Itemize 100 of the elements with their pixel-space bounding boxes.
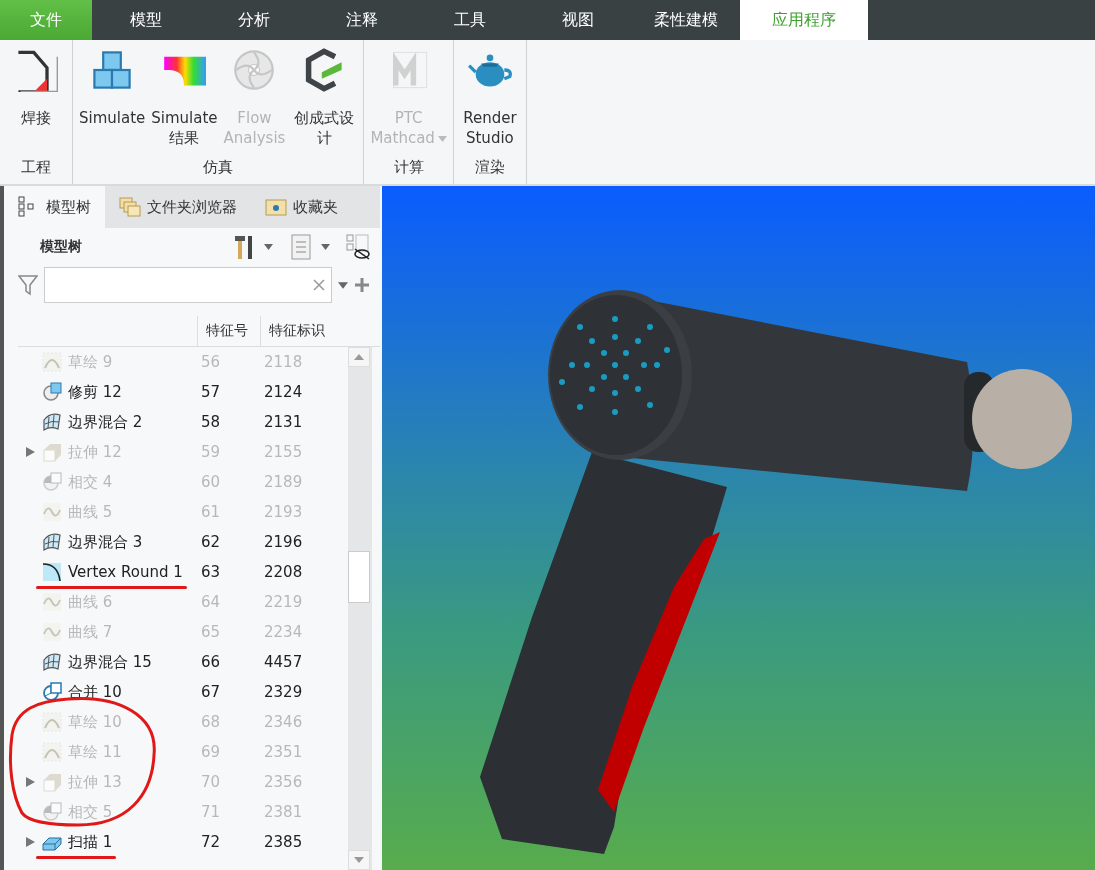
- feature-number: 66: [200, 653, 222, 671]
- feature-id: 2155: [263, 443, 304, 461]
- ribbon-button[interactable]: Simulate 结果: [148, 44, 221, 152]
- column-header[interactable]: 特征号: [197, 316, 260, 346]
- feature-id: 2189: [263, 473, 304, 491]
- intersect-feature-icon: [42, 802, 62, 822]
- folders-icon: [119, 196, 141, 218]
- merge-feature-icon: [42, 682, 62, 702]
- feature-name[interactable]: 边界混合 15: [68, 652, 152, 672]
- ribbon-button[interactable]: 焊接: [3, 44, 69, 152]
- 3d-viewport[interactable]: [382, 186, 1095, 870]
- round-feature-icon: [42, 562, 62, 582]
- feature-number: 65: [200, 623, 222, 641]
- filter-field[interactable]: [44, 267, 332, 303]
- menu-tab[interactable]: 柔性建模: [632, 0, 740, 40]
- down-arrow-icon: [354, 857, 364, 863]
- panel-title: 模型树: [40, 238, 83, 256]
- sketch-feature-icon: [42, 352, 62, 372]
- column-header[interactable]: 特征标识: [260, 316, 348, 346]
- ribbon-button[interactable]: 创成式设计: [288, 44, 361, 152]
- feature-id: 2124: [263, 383, 304, 401]
- feature-id: 2356: [263, 773, 304, 791]
- feature-number: 67: [200, 683, 222, 701]
- menu-tab[interactable]: 视图: [524, 0, 632, 40]
- feature-name[interactable]: 扫描 1: [68, 832, 113, 852]
- caret-icon[interactable]: [338, 281, 348, 289]
- sketch-feature-icon: [42, 712, 62, 732]
- panel-tab[interactable]: 模型树: [4, 186, 105, 228]
- curve-feature-icon: [42, 622, 62, 642]
- caret-icon[interactable]: [264, 244, 273, 250]
- feature-id: 2346: [263, 713, 304, 731]
- group-label: 计算: [392, 157, 425, 178]
- clear-icon[interactable]: [313, 279, 325, 291]
- feature-number: 60: [200, 473, 222, 491]
- panel-tab[interactable]: 文件夹浏览器: [105, 186, 251, 228]
- feature-number: 71: [200, 803, 222, 821]
- scroll-up-button[interactable]: [348, 347, 370, 367]
- feature-id: 2381: [263, 803, 304, 821]
- favorites-icon: [265, 196, 287, 218]
- feature-number: 64: [200, 593, 222, 611]
- feature-number: 62: [200, 533, 222, 551]
- menu-tab[interactable]: 注释: [308, 0, 416, 40]
- feature-id: 4457: [263, 653, 304, 671]
- add-icon[interactable]: [354, 277, 370, 293]
- group-label: 工程: [20, 157, 52, 178]
- ribbon-button[interactable]: Render Studio: [456, 44, 523, 152]
- feature-number: 59: [200, 443, 222, 461]
- flow-icon: [232, 48, 277, 92]
- feature-number: 72: [200, 833, 222, 851]
- caret-icon: [437, 135, 447, 142]
- sketch-feature-icon: [42, 742, 62, 762]
- feature-number: 57: [200, 383, 222, 401]
- feature-number: 68: [200, 713, 222, 731]
- feature-name[interactable]: 边界混合 2: [68, 412, 143, 432]
- menu-tab[interactable]: 应用程序: [740, 0, 868, 40]
- blend-feature-icon: [42, 532, 62, 552]
- panel-tab[interactable]: 收藏夹: [251, 186, 352, 228]
- feature-id: 2351: [263, 743, 304, 761]
- feature-name[interactable]: 修剪 12: [68, 382, 122, 402]
- expand-arrow-icon[interactable]: [24, 776, 36, 788]
- feature-number: 69: [200, 743, 222, 761]
- feature-number: 56: [200, 353, 222, 371]
- feature-name[interactable]: Vertex Round 1: [68, 563, 183, 581]
- group-label: 渲染: [473, 157, 506, 178]
- feature-id: 2208: [263, 563, 304, 581]
- feature-number: 58: [200, 413, 222, 431]
- caret-icon[interactable]: [321, 244, 330, 250]
- menu-tab[interactable]: 模型: [92, 0, 200, 40]
- blend-feature-icon: [42, 412, 62, 432]
- intersect-feature-icon: [42, 472, 62, 492]
- expand-arrow-icon[interactable]: [24, 446, 36, 458]
- feature-number: 63: [200, 563, 222, 581]
- scrollbar-thumb[interactable]: [348, 551, 370, 603]
- scroll-down-button[interactable]: [348, 850, 370, 870]
- feature-id: 2219: [263, 593, 304, 611]
- menu-tab[interactable]: 工具: [416, 0, 524, 40]
- group-label: 仿真: [202, 157, 235, 178]
- feature-number: 70: [200, 773, 222, 791]
- blend-feature-icon: [42, 652, 62, 672]
- feature-id: 2196: [263, 533, 304, 551]
- feature-id: 2118: [263, 353, 304, 371]
- feature-id: 2329: [263, 683, 304, 701]
- filter-icon[interactable]: [18, 274, 38, 296]
- curve-feature-icon: [42, 502, 62, 522]
- hide-icon[interactable]: [346, 234, 370, 260]
- feature-name[interactable]: 边界混合 3: [68, 532, 143, 552]
- ribbon-button[interactable]: Simulate: [76, 44, 149, 152]
- feature-name[interactable]: 合并 10: [68, 682, 122, 702]
- expand-arrow-icon[interactable]: [24, 836, 36, 848]
- up-arrow-icon: [354, 354, 364, 360]
- extrude-feature-icon: [42, 442, 62, 462]
- feature-id: 2234: [263, 623, 304, 641]
- menu-tab[interactable]: 分析: [200, 0, 308, 40]
- feature-number: 61: [200, 503, 222, 521]
- extrude-feature-icon: [42, 772, 62, 792]
- trim-feature-icon: [42, 382, 62, 402]
- feature-id: 2385: [263, 833, 304, 851]
- feature-id: 2193: [263, 503, 304, 521]
- curve-feature-icon: [42, 592, 62, 612]
- feature-id: 2131: [263, 413, 304, 431]
